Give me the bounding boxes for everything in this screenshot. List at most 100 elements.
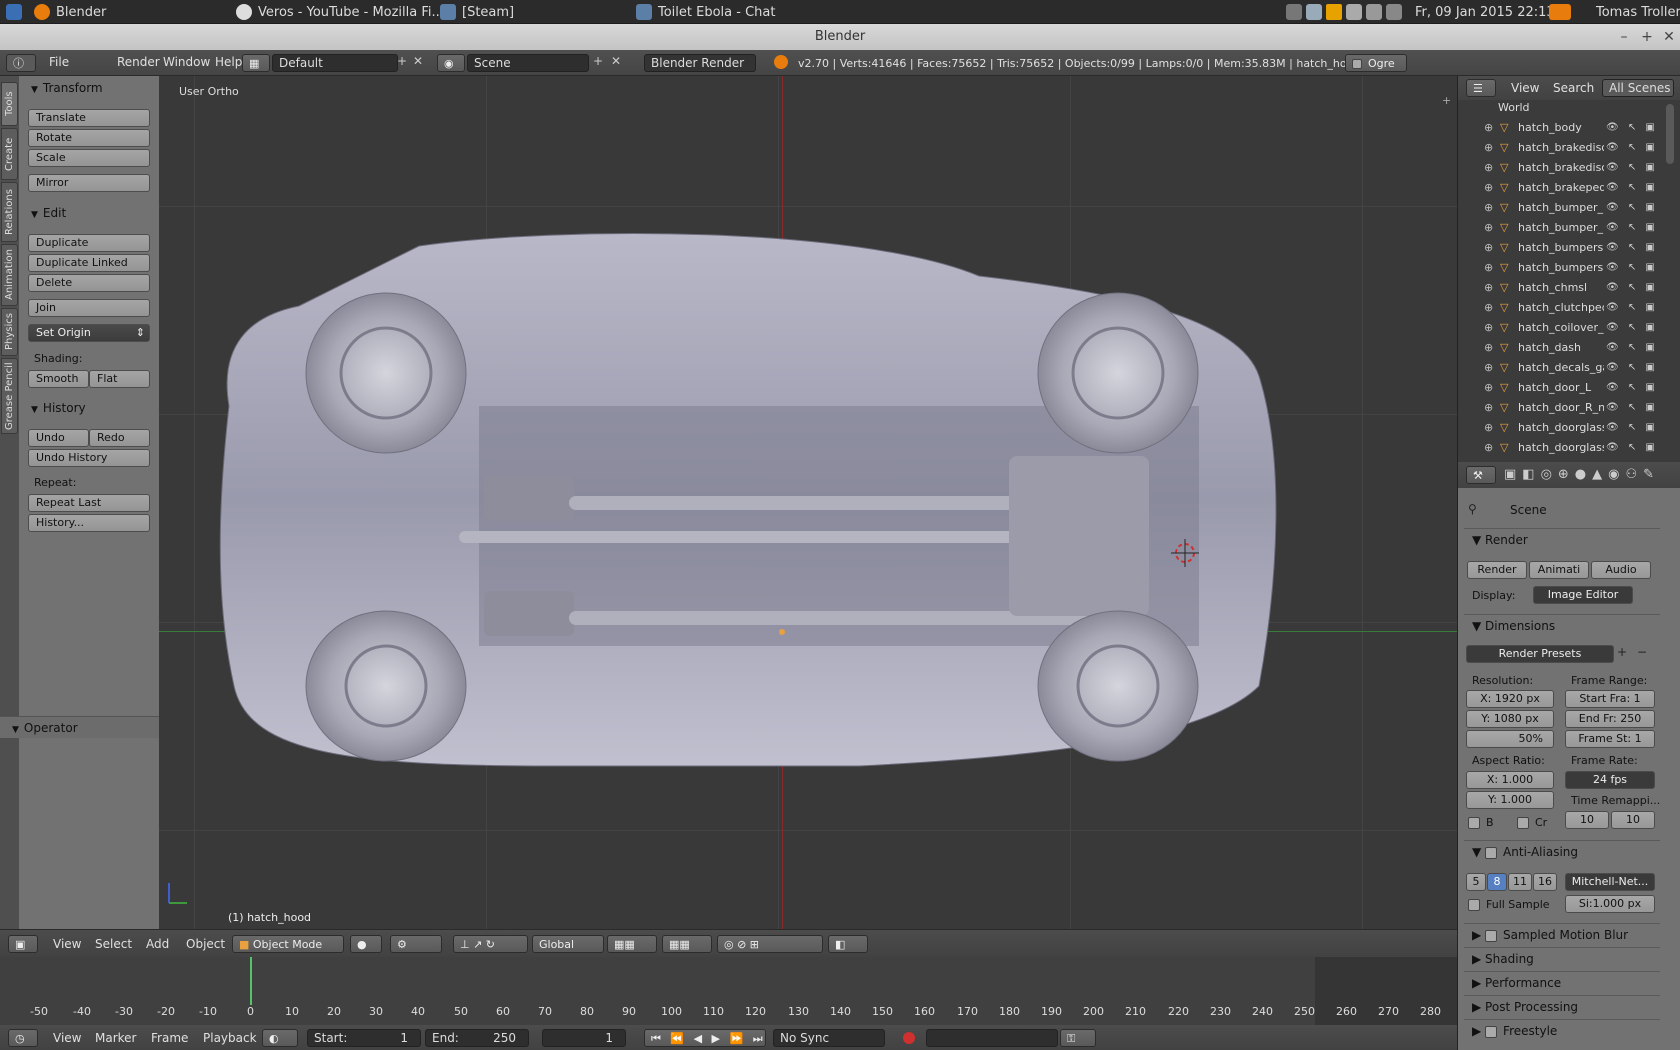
outliner[interactable]: ☰ View Search All Scenes World ⊕ ▽ hatch_b… (1457, 76, 1680, 462)
context-tab-icons[interactable]: ▣◧◎⊕●▲◉⚇✎ (1504, 467, 1660, 482)
expand-icon[interactable]: ⊕ (1484, 318, 1493, 338)
expand-icon[interactable]: ⊕ (1484, 418, 1493, 438)
expand-icon[interactable]: ⊕ (1484, 278, 1493, 298)
outliner-item[interactable]: ⊕ ▽ hatch_door_R_no 👁 ↖ ▣ (1458, 398, 1666, 418)
sync-dropdown[interactable]: No Sync (773, 1029, 885, 1047)
task-steam-chat[interactable]: Toilet Ebola - Chat (636, 0, 775, 24)
shading-smooth-button[interactable]: Smooth (28, 370, 89, 388)
shading-flat-button[interactable]: Flat (89, 370, 150, 388)
redo-button[interactable]: Redo (89, 429, 150, 447)
outliner-item[interactable]: ⊕ ▽ hatch_brakedisc_ 👁 ↖ ▣ (1458, 138, 1666, 158)
end-frame-field[interactable]: End: 250 (425, 1029, 529, 1047)
playback-controls[interactable]: ⏮ ⏪ ◀ ▶ ⏩ ⏭ (644, 1029, 766, 1047)
fps-dropdown[interactable]: 24 fps (1565, 771, 1655, 789)
visibility-select-render-icons[interactable]: 👁 ↖ ▣ (1606, 218, 1658, 238)
aa-samples-11[interactable]: 11 (1508, 873, 1532, 891)
performance-panel-header[interactable]: ▶ Performance (1464, 971, 1660, 993)
manipulator-icons[interactable]: ⊥ ↗ ↻ (453, 935, 528, 953)
panel-transform-header[interactable]: Transform (19, 77, 159, 99)
end-frame-prop[interactable]: End Fr: 250 (1565, 710, 1655, 728)
tray-blender[interactable] (1549, 0, 1571, 24)
menu-object[interactable]: Object (177, 937, 234, 951)
clock[interactable]: Fr, 09 Jan 2015 22:13 (1415, 0, 1555, 24)
outliner-item[interactable]: ⊕ ▽ hatch_chmsl 👁 ↖ ▣ (1458, 278, 1666, 298)
visibility-select-render-icons[interactable]: 👁 ↖ ▣ (1606, 398, 1658, 418)
record-icon[interactable] (903, 1032, 915, 1044)
render-presets-dropdown[interactable]: Render Presets (1466, 645, 1614, 663)
layers-icon-1[interactable]: ▦▦ (607, 935, 657, 953)
keyframe-icons[interactable]: ⚿ (1060, 1029, 1096, 1047)
outliner-scrollbar[interactable] (1666, 104, 1674, 164)
panel-operator-header[interactable]: Operator (0, 716, 159, 738)
expand-icon[interactable]: ⊕ (1484, 338, 1493, 358)
outliner-item[interactable]: ⊕ ▽ hatch_body 👁 ↖ ▣ (1458, 118, 1666, 138)
outliner-item[interactable]: ⊕ ▽ hatch_coilover_F 👁 ↖ ▣ (1458, 318, 1666, 338)
render-audio-button[interactable]: Audio (1591, 561, 1651, 579)
mode-dropdown[interactable]: ■ Object Mode (232, 935, 344, 953)
post-processing-panel-header[interactable]: ▶ Post Processing (1464, 995, 1660, 1017)
3d-viewport[interactable]: User Ortho + (1) hatch_hood (159, 76, 1457, 929)
editor-type-timeline-icon[interactable]: ◷ (8, 1029, 38, 1047)
layers-icon-2[interactable]: ▦▦ (662, 935, 712, 953)
outliner-item[interactable]: ⊕ ▽ hatch_brakedisc_ 👁 ↖ ▣ (1458, 158, 1666, 178)
render-panel-header[interactable]: ▼ Render (1464, 528, 1660, 550)
add-preset-icon[interactable]: + (1617, 645, 1627, 659)
freestyle-panel-header[interactable]: ▶ Freestyle (1464, 1019, 1660, 1041)
menu-file[interactable]: File (40, 55, 78, 69)
visibility-select-render-icons[interactable]: 👁 ↖ ▣ (1606, 278, 1658, 298)
full-sample-toggle[interactable]: Full Sample (1468, 898, 1550, 911)
visibility-select-render-icons[interactable]: 👁 ↖ ▣ (1606, 198, 1658, 218)
outliner-filter-dropdown[interactable]: All Scenes (1602, 79, 1674, 97)
user-menu[interactable]: Tomas Troller (1596, 0, 1680, 24)
current-frame-field[interactable]: 1 (542, 1029, 626, 1047)
visibility-select-render-icons[interactable]: 👁 ↖ ▣ (1606, 358, 1658, 378)
join-button[interactable]: Join (28, 299, 150, 317)
aa-filter-dropdown[interactable]: Mitchell-Net... (1565, 873, 1655, 891)
pivot-icon[interactable]: ⚙ (390, 935, 442, 953)
tab-physics[interactable]: Physics (1, 308, 18, 356)
delete-button[interactable]: Delete (28, 274, 150, 292)
warning-icon[interactable] (1326, 4, 1342, 20)
menu-playback[interactable]: Playback (194, 1031, 266, 1045)
task-firefox[interactable]: Veros - YouTube - Mozilla Fi... (236, 0, 444, 24)
editor-type-info-icon[interactable]: ⓘ (6, 54, 36, 72)
expand-icon[interactable]: ⊕ (1484, 138, 1493, 158)
current-frame-marker[interactable] (250, 957, 252, 1005)
expand-icon[interactable]: ⊕ (1484, 118, 1493, 138)
outliner-item[interactable]: ⊕ ▽ hatch_decals_ga 👁 ↖ ▣ (1458, 358, 1666, 378)
render-engine-select[interactable]: Blender Render (644, 54, 756, 72)
aspect-y-field[interactable]: Y: 1.000 (1466, 791, 1554, 809)
outliner-item[interactable]: ⊕ ▽ hatch_brakepeda 👁 ↖ ▣ (1458, 178, 1666, 198)
visibility-select-render-icons[interactable]: 👁 ↖ ▣ (1606, 298, 1658, 318)
tab-tools[interactable]: Tools (1, 82, 18, 126)
outliner-item[interactable]: ⊕ ▽ hatch_bumpersig 👁 ↖ ▣ (1458, 238, 1666, 258)
undo-button[interactable]: Undo (28, 429, 89, 447)
orientation-dropdown[interactable]: Global (532, 935, 604, 953)
visibility-select-render-icons[interactable]: 👁 ↖ ▣ (1606, 178, 1658, 198)
menu-select[interactable]: Select (86, 937, 141, 951)
visibility-select-render-icons[interactable]: 👁 ↖ ▣ (1606, 378, 1658, 398)
set-origin-dropdown[interactable]: Set Origin ⇕ (28, 324, 150, 342)
preview-range-icon[interactable]: ◐ (262, 1029, 298, 1047)
menu-add[interactable]: Add (137, 937, 178, 951)
editor-type-outliner-icon[interactable]: ☰ (1466, 79, 1496, 97)
steam-tray-icon[interactable] (1346, 4, 1362, 20)
anti-aliasing-panel-header[interactable]: ▼ Anti-Aliasing (1464, 840, 1660, 862)
viewport-shading-icon[interactable]: ● (350, 935, 382, 953)
render-animation-button[interactable]: Animati (1529, 561, 1589, 579)
motion-blur-checkbox[interactable] (1485, 929, 1498, 942)
outliner-item[interactable]: ⊕ ▽ hatch_bumper_F 👁 ↖ ▣ (1458, 198, 1666, 218)
task-blender[interactable]: Blender (34, 0, 106, 24)
screen-layout-field[interactable]: Default (272, 54, 398, 72)
visibility-select-render-icons[interactable]: 👁 ↖ ▣ (1606, 258, 1658, 278)
expand-icon[interactable]: ⊕ (1484, 158, 1493, 178)
repeat-last-button[interactable]: Repeat Last (28, 494, 150, 512)
render-image-button[interactable]: Render (1467, 561, 1527, 579)
outliner-item[interactable]: ⊕ ▽ hatch_doorglass_ 👁 ↖ ▣ (1458, 438, 1666, 458)
freestyle-checkbox[interactable] (1485, 1025, 1498, 1038)
tab-animation[interactable]: Animation (1, 244, 18, 306)
expand-icon[interactable]: ⊕ (1484, 218, 1493, 238)
remove-scene-icon[interactable]: ✕ (611, 54, 621, 68)
mirror-button[interactable]: Mirror (28, 174, 150, 192)
duplicate-button[interactable]: Duplicate (28, 234, 150, 252)
